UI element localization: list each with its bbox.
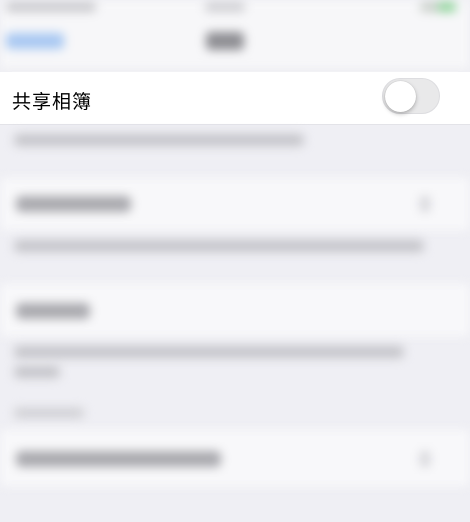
settings-group-obscured[interactable] — [0, 430, 470, 486]
back-button-obscured[interactable] — [6, 33, 64, 49]
status-bar — [0, 0, 470, 16]
clock-obscured — [205, 2, 245, 12]
toggle-knob — [385, 81, 416, 112]
chevron-right-icon — [420, 451, 430, 467]
footer-description-obscured — [14, 134, 304, 146]
footer-description-obscured — [14, 240, 424, 252]
section-header-obscured — [14, 408, 84, 418]
footer-description-obscured — [14, 366, 60, 378]
battery-level-obscured — [438, 2, 456, 12]
navigation-bar — [0, 0, 470, 71]
carrier-signal-obscured — [6, 2, 96, 12]
footer-description-obscured — [14, 346, 404, 358]
cell-label-obscured — [16, 451, 221, 467]
shared-albums-label: 共享相簿 — [12, 91, 93, 113]
settings-group-obscured[interactable] — [0, 178, 470, 230]
cell-label-obscured — [16, 303, 90, 319]
cell-label-obscured — [16, 196, 131, 212]
nav-title-obscured — [206, 32, 244, 50]
settings-screen: 共享相簿 — [0, 0, 470, 522]
settings-group-obscured[interactable] — [0, 284, 470, 336]
chevron-right-icon — [420, 196, 430, 212]
shared-albums-toggle[interactable] — [382, 78, 440, 114]
